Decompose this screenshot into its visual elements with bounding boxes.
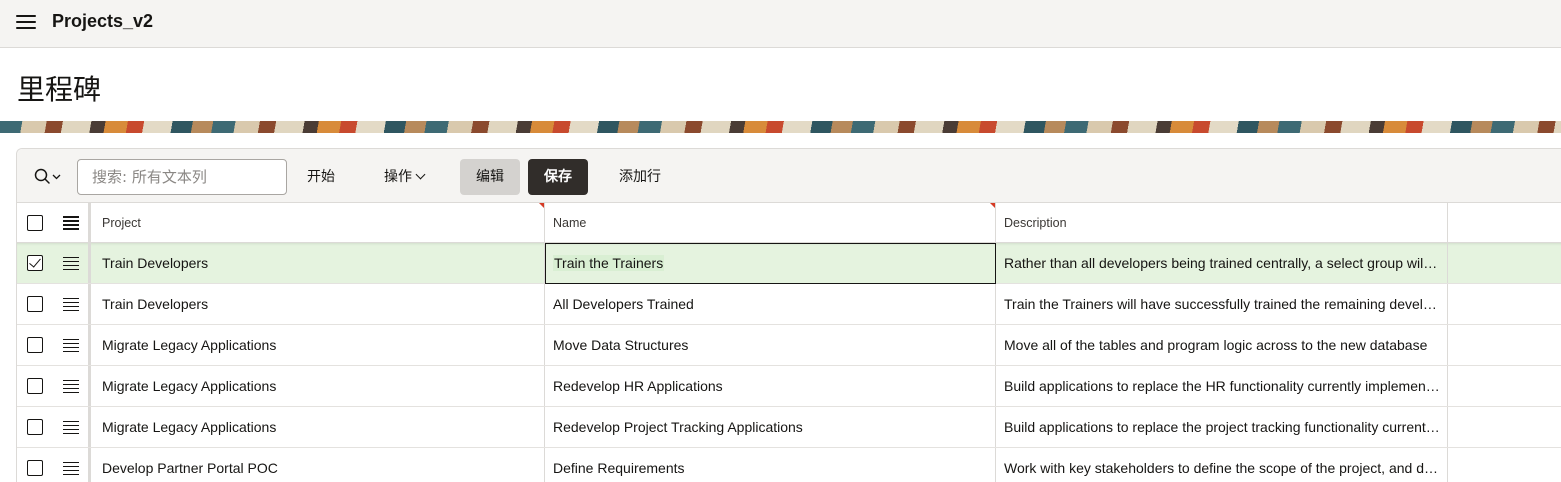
chevron-down-icon <box>52 174 61 180</box>
row-actions-icon[interactable] <box>62 379 79 393</box>
row-actions-cell <box>53 325 91 365</box>
row-select-cell <box>17 284 53 324</box>
select-all-checkbox[interactable] <box>27 214 43 231</box>
row-select-cell <box>17 243 53 283</box>
name-cell[interactable]: Redevelop HR Applications <box>545 366 996 406</box>
name-text: Move Data Structures <box>553 337 689 353</box>
row-actions-icon[interactable] <box>62 216 79 230</box>
add-row-button[interactable]: 添加行 <box>603 159 677 195</box>
app-title[interactable]: Projects_v2 <box>52 11 153 32</box>
project-text: Train Developers <box>102 255 209 271</box>
project-cell[interactable]: Migrate Legacy Applications <box>93 407 545 447</box>
row-actions-icon[interactable] <box>62 338 79 352</box>
name-text: Train the Trainers <box>553 255 665 271</box>
search-input[interactable] <box>77 159 287 195</box>
project-text: Migrate Legacy Applications <box>102 378 277 394</box>
name-cell[interactable]: Define Requirements <box>545 448 996 482</box>
project-cell[interactable]: Train Developers <box>93 284 545 324</box>
column-header-label: Name <box>553 215 587 230</box>
description-text: Train the Trainers will have successfull… <box>1004 296 1440 312</box>
column-header-label: Description <box>1004 215 1067 230</box>
header-actions-cell <box>53 203 91 242</box>
row-actions-cell <box>53 407 91 447</box>
edit-button[interactable]: 编辑 <box>460 159 520 195</box>
search-column-menu[interactable] <box>33 166 67 188</box>
row-checkbox[interactable] <box>27 255 43 271</box>
page-title: 里程碑 <box>17 73 102 106</box>
project-cell[interactable]: Migrate Legacy Applications <box>93 366 545 406</box>
project-cell[interactable]: Migrate Legacy Applications <box>93 325 545 365</box>
hamburger-menu-icon[interactable] <box>16 14 36 30</box>
grid-header-row: Project Name Description <box>17 203 1561 243</box>
row-select-cell <box>17 448 53 482</box>
row-actions-icon[interactable] <box>62 420 79 434</box>
description-text: Move all of the tables and program logic… <box>1004 337 1428 353</box>
name-text: Redevelop Project Tracking Applications <box>553 419 803 435</box>
actions-label: 操作 <box>384 169 412 185</box>
project-text: Migrate Legacy Applications <box>102 419 277 435</box>
project-text: Develop Partner Portal POC <box>102 460 278 476</box>
row-checkbox[interactable] <box>27 337 43 353</box>
interactive-grid-region: 开始 操作 编辑 保存 添加行 Project Name Des <box>16 148 1561 482</box>
select-all-cell <box>17 203 53 242</box>
row-actions-cell <box>53 448 91 482</box>
row-actions-cell <box>53 366 91 406</box>
description-text: Build applications to replace the projec… <box>1004 419 1440 435</box>
row-actions-icon[interactable] <box>62 297 79 311</box>
row-select-cell <box>17 366 53 406</box>
row-actions-icon[interactable] <box>62 461 79 475</box>
project-cell[interactable]: Train Developers <box>93 243 545 283</box>
row-actions-cell <box>53 243 91 283</box>
description-text: Build applications to replace the HR fun… <box>1004 378 1440 394</box>
table-row[interactable]: Migrate Legacy Applications Move Data St… <box>17 325 1561 366</box>
name-text: All Developers Trained <box>553 296 694 312</box>
column-header-label: Project <box>102 215 141 230</box>
name-cell[interactable]: Redevelop Project Tracking Applications <box>545 407 996 447</box>
description-cell[interactable]: Train the Trainers will have successfull… <box>996 284 1448 324</box>
grid-toolbar: 开始 操作 编辑 保存 添加行 <box>17 149 1561 203</box>
row-actions-cell <box>53 284 91 324</box>
description-cell[interactable]: Rather than all developers being trained… <box>996 243 1448 283</box>
row-checkbox[interactable] <box>27 419 43 435</box>
decorative-banner <box>0 121 1561 133</box>
name-cell[interactable]: Train the Trainers <box>545 243 996 283</box>
table-row[interactable]: Migrate Legacy Applications Redevelop HR… <box>17 366 1561 407</box>
row-checkbox[interactable] <box>27 296 43 312</box>
description-text: Work with key stakeholders to define the… <box>1004 460 1440 476</box>
name-cell[interactable]: Move Data Structures <box>545 325 996 365</box>
project-text: Train Developers <box>102 296 209 312</box>
save-button[interactable]: 保存 <box>528 159 588 195</box>
project-text: Migrate Legacy Applications <box>102 337 277 353</box>
description-text: Rather than all developers being trained… <box>1004 255 1440 271</box>
description-cell[interactable]: Work with key stakeholders to define the… <box>996 448 1448 482</box>
name-cell[interactable]: All Developers Trained <box>545 284 996 324</box>
app-header: Projects_v2 <box>0 0 1561 48</box>
name-text: Redevelop HR Applications <box>553 378 723 394</box>
name-text: Define Requirements <box>553 460 685 476</box>
table-row[interactable]: Train Developers All Developers Trained … <box>17 284 1561 325</box>
column-header-name[interactable]: Name <box>545 203 996 242</box>
column-header-description[interactable]: Description <box>996 203 1448 242</box>
actions-menu-button[interactable]: 操作 <box>368 159 440 195</box>
table-row[interactable]: Develop Partner Portal POC Define Requir… <box>17 448 1561 482</box>
row-select-cell <box>17 325 53 365</box>
row-checkbox[interactable] <box>27 378 43 394</box>
row-checkbox[interactable] <box>27 460 43 476</box>
row-actions-icon[interactable] <box>62 256 79 270</box>
column-header-project[interactable]: Project <box>93 203 545 242</box>
row-select-cell <box>17 407 53 447</box>
table-row[interactable]: Migrate Legacy Applications Redevelop Pr… <box>17 407 1561 448</box>
description-cell[interactable]: Build applications to replace the HR fun… <box>996 366 1448 406</box>
description-cell[interactable]: Move all of the tables and program logic… <box>996 325 1448 365</box>
table-row[interactable]: Train Developers Train the Trainers Rath… <box>17 243 1561 284</box>
description-cell[interactable]: Build applications to replace the projec… <box>996 407 1448 447</box>
project-cell[interactable]: Develop Partner Portal POC <box>93 448 545 482</box>
start-button[interactable]: 开始 <box>291 159 351 195</box>
chevron-down-icon <box>415 169 426 180</box>
search-icon <box>34 168 61 184</box>
